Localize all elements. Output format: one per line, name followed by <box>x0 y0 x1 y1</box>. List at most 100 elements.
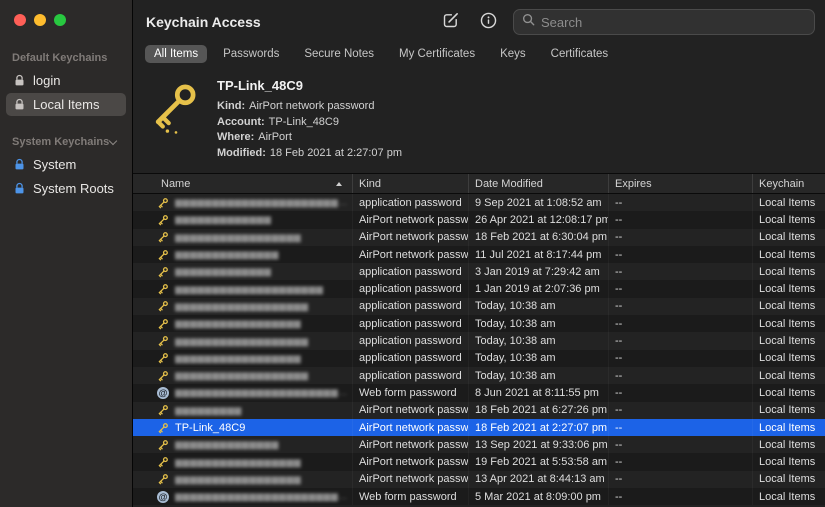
item-name: ▆▆▆▆▆▆▆▆▆▆▆▆▆▆▆▆▆ <box>175 232 301 243</box>
item-date-modified: 1 Jan 2019 at 2:07:36 pm <box>468 280 608 297</box>
sidebar-item-label: System <box>33 157 76 172</box>
table-row[interactable]: @ ▆▆▆▆▆▆▆▆▆▆▆▆▆▆▆▆▆▆▆▆▆▆▆▆▆▆ Web form pa… <box>133 384 825 401</box>
item-name: ▆▆▆▆▆▆▆▆▆▆▆▆▆▆▆▆▆ <box>175 318 301 329</box>
compose-icon <box>441 11 460 33</box>
chevron-down-icon[interactable] <box>109 136 117 144</box>
table-row[interactable]: ▆▆▆▆▆▆▆▆▆▆▆▆▆▆▆▆▆ application password T… <box>133 350 825 367</box>
item-kind: application password <box>352 298 468 315</box>
toolbar: Keychain Access <box>133 0 825 44</box>
item-keychain: Local Items <box>752 488 825 505</box>
item-date-modified: Today, 10:38 am <box>468 332 608 349</box>
window-controls <box>0 12 132 46</box>
item-expires: -- <box>608 419 752 436</box>
table-row[interactable]: ▆▆▆▆▆▆▆▆▆▆▆▆▆▆▆▆▆ AirPort network passwo… <box>133 229 825 246</box>
tab-passwords[interactable]: Passwords <box>214 45 288 63</box>
table-row[interactable]: ▆▆▆▆▆▆▆▆▆ AirPort network password 18 Fe… <box>133 402 825 419</box>
window-title: Keychain Access <box>146 14 261 30</box>
item-date-modified: Today, 10:38 am <box>468 298 608 315</box>
item-kind: application password <box>352 350 468 367</box>
column-header-keychain[interactable]: Keychain <box>752 174 825 193</box>
tab-all-items[interactable]: All Items <box>145 45 207 63</box>
table-row[interactable]: @ ▆▆▆▆▆▆▆▆▆▆▆▆▆▆▆▆▆▆▆▆▆▆▆▆▆▆▆▆ Web form … <box>133 488 825 505</box>
search-field[interactable] <box>513 9 815 35</box>
sidebar-item-local-items[interactable]: Local Items <box>6 93 126 116</box>
sidebar-item-system[interactable]: System <box>6 153 126 176</box>
key-icon <box>157 249 169 261</box>
table-row[interactable]: ▆▆▆▆▆▆▆▆▆▆▆▆▆▆ AirPort network password … <box>133 246 825 263</box>
sidebar-item-system-roots[interactable]: System Roots <box>6 177 126 200</box>
lock-icon <box>13 98 26 111</box>
table-row[interactable]: ▆▆▆▆▆▆▆▆▆▆▆▆▆▆ AirPort network password … <box>133 436 825 453</box>
table-row[interactable]: ▆▆▆▆▆▆▆▆▆▆▆▆▆▆▆▆▆▆▆▆▆▆▆▆▆▆▆▆▆▆ applicati… <box>133 194 825 211</box>
column-header-kind[interactable]: Kind <box>352 174 468 193</box>
item-keychain: Local Items <box>752 402 825 419</box>
lock-icon <box>13 74 26 87</box>
detail-field-kind: Kind:AirPort network password <box>217 99 402 115</box>
item-name: ▆▆▆▆▆▆▆▆▆▆▆▆▆▆▆▆▆▆ <box>175 301 309 312</box>
table-row[interactable]: ▆▆▆▆▆▆▆▆▆▆▆▆▆▆▆▆▆▆▆▆ application passwor… <box>133 280 825 297</box>
item-expires: -- <box>608 263 752 280</box>
item-name: ▆▆▆▆▆▆▆▆▆▆▆▆▆▆▆▆▆ <box>175 353 301 364</box>
table-row[interactable]: ▆▆▆▆▆▆▆▆▆▆▆▆▆▆▆▆▆ AirPort network passwo… <box>133 471 825 488</box>
item-expires: -- <box>608 350 752 367</box>
table-row[interactable]: ▆▆▆▆▆▆▆▆▆▆▆▆▆▆▆▆▆ AirPort network passwo… <box>133 453 825 470</box>
item-kind: AirPort network password <box>352 211 468 228</box>
table-row[interactable]: ▆▆▆▆▆▆▆▆▆▆▆▆▆▆▆▆▆▆ application password … <box>133 367 825 384</box>
detail-field-where: Where:AirPort <box>217 130 402 146</box>
new-item-button[interactable] <box>437 9 463 35</box>
item-kind: AirPort network password <box>352 402 468 419</box>
item-keychain: Local Items <box>752 315 825 332</box>
item-keychain: Local Items <box>752 350 825 367</box>
item-expires: -- <box>608 280 752 297</box>
item-expires: -- <box>608 488 752 505</box>
minimize-window-button[interactable] <box>34 14 46 26</box>
table-row[interactable]: ▆▆▆▆▆▆▆▆▆▆▆▆▆▆▆▆▆ application password T… <box>133 315 825 332</box>
item-kind: AirPort network password <box>352 419 468 436</box>
item-name: ▆▆▆▆▆▆▆▆▆▆▆▆▆▆▆▆▆▆ <box>175 336 309 347</box>
at-sign-icon: @ <box>157 491 169 503</box>
table-row[interactable]: ▆▆▆▆▆▆▆▆▆▆▆▆▆▆▆▆▆▆ application password … <box>133 298 825 315</box>
sidebar-item-login[interactable]: login <box>6 69 126 92</box>
key-icon <box>157 335 169 347</box>
key-icon <box>157 473 169 485</box>
item-date-modified: 26 Apr 2021 at 12:08:17 pm <box>468 211 608 228</box>
item-title: TP-Link_48C9 <box>217 78 402 93</box>
tab-keys[interactable]: Keys <box>491 45 535 63</box>
tab-secure-notes[interactable]: Secure Notes <box>295 45 383 63</box>
item-expires: -- <box>608 402 752 419</box>
table-row[interactable]: ▆▆▆▆▆▆▆▆▆▆▆▆▆ AirPort network password 2… <box>133 211 825 228</box>
tab-certificates[interactable]: Certificates <box>542 45 618 63</box>
item-kind: application password <box>352 315 468 332</box>
keychain-access-window: Default Keychains login Local Items Syst… <box>0 0 825 507</box>
item-expires: -- <box>608 436 752 453</box>
item-date-modified: Today, 10:38 am <box>468 315 608 332</box>
item-keychain: Local Items <box>752 471 825 488</box>
zoom-window-button[interactable] <box>54 14 66 26</box>
table-row[interactable]: ▆▆▆▆▆▆▆▆▆▆▆▆▆ application password 3 Jan… <box>133 263 825 280</box>
sort-ascending-icon <box>336 182 342 186</box>
key-icon <box>157 318 169 330</box>
item-keychain: Local Items <box>752 194 825 211</box>
detail-field-account: Account:TP-Link_48C9 <box>217 115 402 131</box>
item-keychain: Local Items <box>752 453 825 470</box>
column-header-name[interactable]: Name <box>133 174 352 193</box>
table-row[interactable]: ▆▆▆▆▆▆▆▆▆▆▆▆▆▆▆▆▆▆ application password … <box>133 332 825 349</box>
item-keychain: Local Items <box>752 419 825 436</box>
key-icon <box>157 422 169 434</box>
info-button[interactable] <box>475 9 501 35</box>
item-name: TP-Link_48C9 <box>175 422 245 434</box>
column-header-date-modified[interactable]: Date Modified <box>468 174 608 193</box>
table-row[interactable]: TP-Link_48C9 AirPort network password 18… <box>133 419 825 436</box>
key-icon <box>143 75 205 165</box>
item-expires: -- <box>608 471 752 488</box>
close-window-button[interactable] <box>14 14 26 26</box>
sidebar-section-system-keychains: System Keychains <box>0 130 132 152</box>
item-kind: application password <box>352 263 468 280</box>
search-input[interactable] <box>541 15 806 30</box>
tab-my-certificates[interactable]: My Certificates <box>390 45 484 63</box>
item-name: ▆▆▆▆▆▆▆▆▆▆▆▆▆ <box>175 214 271 225</box>
key-icon <box>157 266 169 278</box>
column-header-expires[interactable]: Expires <box>608 174 752 193</box>
item-date-modified: 18 Feb 2021 at 6:27:26 pm <box>468 402 608 419</box>
item-expires: -- <box>608 211 752 228</box>
